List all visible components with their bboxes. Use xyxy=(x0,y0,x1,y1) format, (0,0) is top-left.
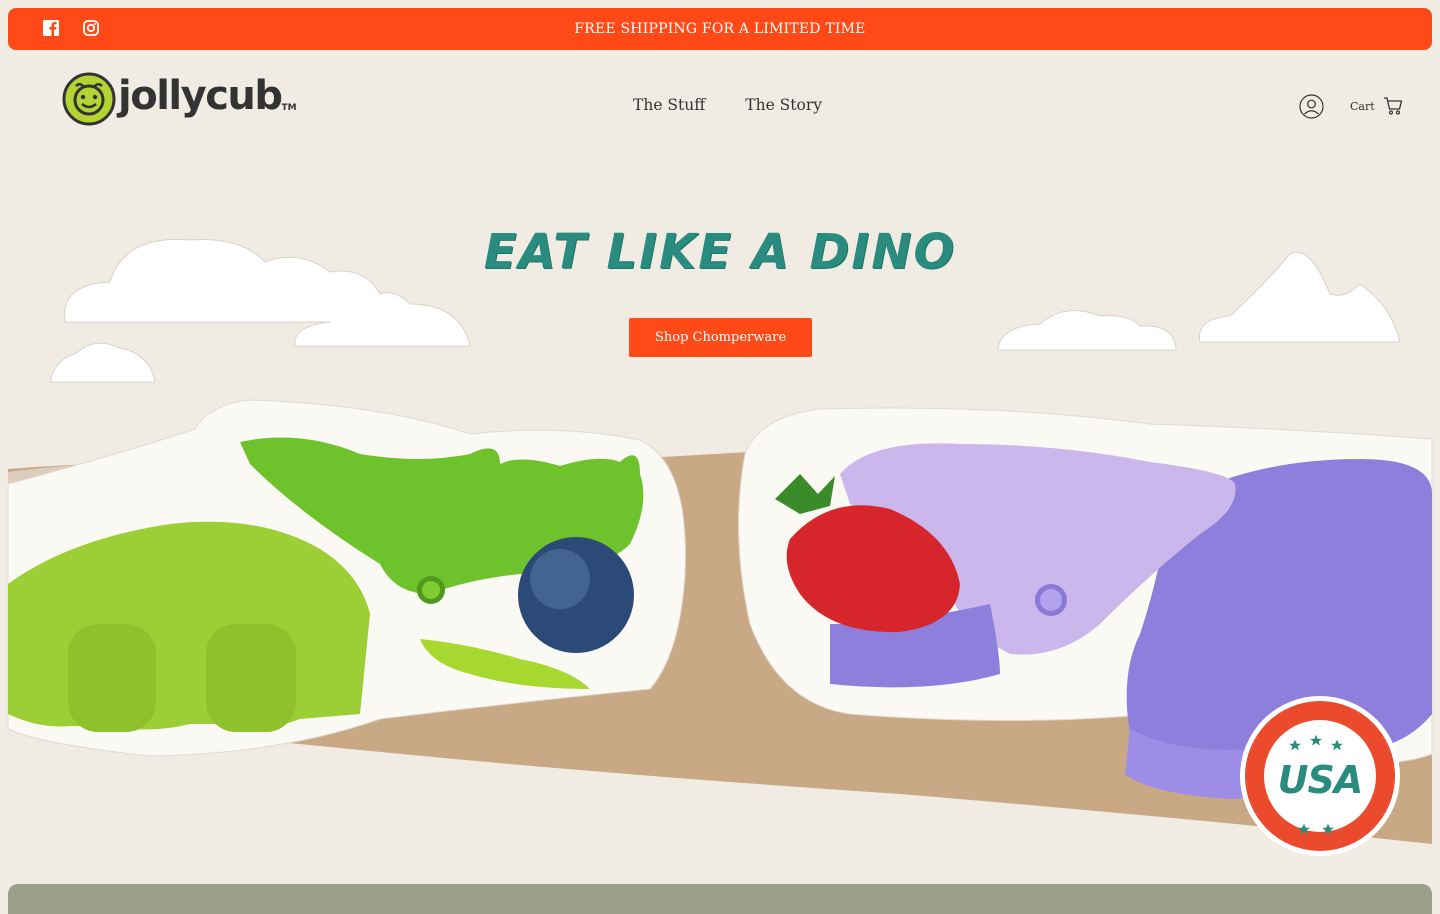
social-links xyxy=(42,19,100,37)
nav-item-the-stuff[interactable]: The Stuff xyxy=(633,96,705,114)
hero-headline: EAT LIKE A DINO xyxy=(483,224,957,280)
cart-button[interactable]: Cart xyxy=(1350,96,1403,116)
next-section-preview xyxy=(8,884,1432,914)
announcement-text: FREE SHIPPING FOR A LIMITED TIME xyxy=(574,21,866,37)
facebook-icon[interactable] xyxy=(42,19,60,37)
shop-chomperware-button[interactable]: Shop Chomperware xyxy=(629,318,812,357)
main-nav: The Stuff The Story xyxy=(633,96,822,114)
account-icon[interactable] xyxy=(1299,94,1324,119)
instagram-icon[interactable] xyxy=(82,19,100,37)
hero-section: EAT LIKE A DINO Shop Chomperware USA xyxy=(0,154,1440,884)
site-header: jollycub TM The Stuff The Story Cart xyxy=(0,58,1440,154)
badge-usa-text: USA xyxy=(1277,758,1364,802)
brand-logo[interactable]: jollycub TM xyxy=(62,72,297,126)
cart-icon xyxy=(1383,97,1402,115)
brand-name: jollycub xyxy=(118,73,283,119)
brand-trademark: TM xyxy=(281,103,297,113)
made-in-usa-badge: USA xyxy=(1238,694,1402,858)
lion-cub-icon xyxy=(62,72,116,126)
announcement-bar: FREE SHIPPING FOR A LIMITED TIME xyxy=(8,8,1432,50)
nav-item-the-story[interactable]: The Story xyxy=(745,96,822,114)
cart-label: Cart xyxy=(1350,99,1375,113)
